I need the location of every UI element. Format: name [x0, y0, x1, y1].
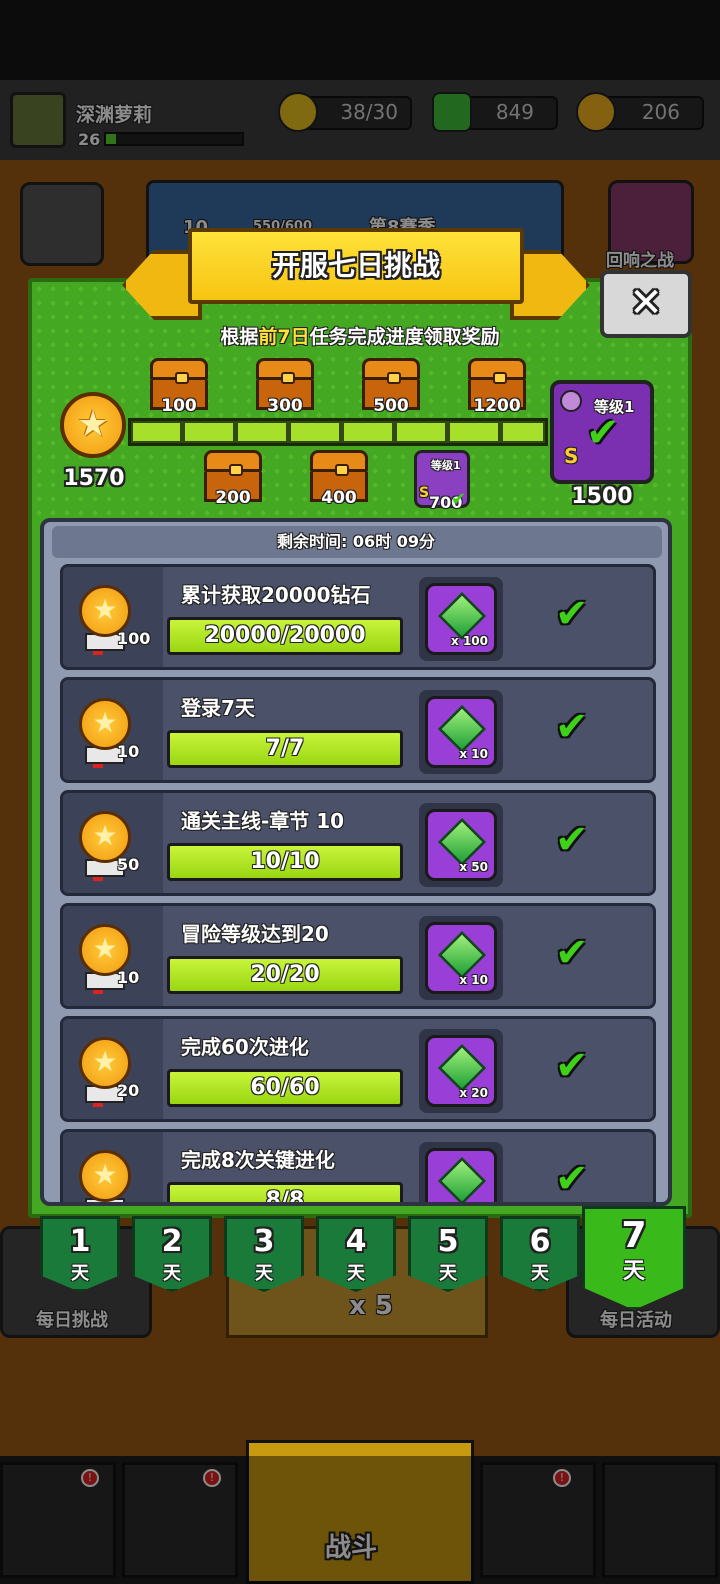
chest-label: 400	[321, 488, 357, 508]
task-progress: 20000/20000	[167, 617, 403, 655]
gem-reward[interactable]: x 20	[419, 1029, 503, 1113]
day-unit: 天	[163, 1263, 181, 1284]
reward-quantity: x 50	[459, 860, 488, 874]
chest-label: 500	[373, 396, 409, 416]
modal-subtitle: 根据前7日任务完成进度领取奖励	[28, 322, 692, 349]
day-number: 3	[253, 1224, 275, 1259]
grade-label: S	[419, 485, 430, 501]
gem-reward[interactable]	[419, 1142, 503, 1202]
check-icon: ✔	[586, 410, 620, 456]
check-icon: ✔	[555, 930, 589, 976]
gem-icon	[437, 1043, 487, 1093]
day-unit: 天	[347, 1263, 365, 1284]
task-name: 完成8次关键进化	[181, 1148, 335, 1172]
day-number: 1	[69, 1224, 91, 1259]
modal-title-banner: 开服七日挑战	[188, 228, 524, 304]
task-progress: 10/10	[167, 843, 403, 881]
close-icon: ✕	[629, 280, 663, 326]
task-row[interactable]: ★ 50 通关主线-章节 10 10/10 x 50 ✔	[60, 790, 656, 896]
check-icon: ✔	[555, 591, 589, 637]
day-unit: 天	[255, 1263, 273, 1284]
chest-label: 300	[267, 396, 303, 416]
chest-label: 1200	[473, 396, 521, 416]
task-points: 100	[117, 629, 151, 648]
subtitle-text-end: 任务完成进度领取奖励	[309, 326, 500, 348]
task-row[interactable]: ★ 完成8次关键进化 8/8 ✔	[60, 1129, 656, 1202]
task-name: 冒险等级达到20	[181, 922, 329, 946]
task-progress: 20/20	[167, 956, 403, 994]
reward-quantity: x 20	[459, 1086, 488, 1100]
milestone-progress-bar	[128, 418, 548, 446]
check-icon: ✔	[555, 817, 589, 863]
chest-label: 100	[161, 396, 197, 416]
check-icon: ✔	[555, 704, 589, 750]
star-medal-icon: ★	[79, 1150, 131, 1202]
task-points: 50	[117, 855, 140, 874]
modal-title: 开服七日挑战	[271, 249, 440, 282]
day-unit: 天	[439, 1263, 457, 1284]
subtitle-text: 根据	[220, 326, 259, 348]
day-number: 4	[345, 1224, 367, 1259]
reward-level-label: 等级1	[431, 459, 461, 472]
equipment-reward[interactable]: 等级1 S 700 ✔	[414, 450, 470, 512]
day-unit: 天	[71, 1263, 89, 1284]
day-number: 5	[437, 1224, 459, 1259]
day-unit: 天	[622, 1259, 645, 1284]
gem-icon	[437, 591, 487, 641]
reward-quantity: x 10	[459, 973, 488, 987]
task-row[interactable]: ★ 20 完成60次进化 60/60 x 20 ✔	[60, 1016, 656, 1122]
subtitle-highlight: 前7日	[258, 326, 310, 348]
final-reward-points: 1500	[571, 484, 633, 509]
star-medal-icon: ★	[60, 392, 126, 458]
gem-reward[interactable]: x 50	[419, 803, 503, 887]
total-points: 1570	[63, 466, 125, 491]
task-points: 20	[117, 1081, 140, 1100]
task-name: 通关主线-章节 10	[181, 809, 345, 833]
grade-label: S	[564, 444, 579, 468]
task-name: 累计获取20000钻石	[181, 583, 371, 607]
task-progress: 60/60	[167, 1069, 403, 1107]
day-unit: 天	[531, 1263, 549, 1284]
task-row[interactable]: ★ 10 冒险等级达到20 20/20 x 10 ✔	[60, 903, 656, 1009]
check-icon: ✔	[555, 1043, 589, 1089]
gem-reward[interactable]: x 100	[419, 577, 503, 661]
day-number: 2	[161, 1224, 183, 1259]
gem-icon	[437, 817, 487, 867]
task-points: 10	[117, 968, 140, 987]
day-number: 6	[529, 1224, 551, 1259]
gem-icon	[437, 1156, 487, 1202]
day-number: 7	[621, 1215, 647, 1256]
reward-quantity: x 100	[451, 634, 488, 648]
gem-icon	[437, 930, 487, 980]
task-row[interactable]: ★ 100 累计获取20000钻石 20000/20000 x 100 ✔	[60, 564, 656, 670]
task-name: 完成60次进化	[181, 1035, 309, 1059]
task-row[interactable]: ★ 10 登录7天 7/7 x 10 ✔	[60, 677, 656, 783]
check-icon: ✔	[555, 1156, 589, 1202]
remaining-time: 剩余时间: 06时 09分	[276, 532, 436, 551]
task-list-panel[interactable]: 剩余时间: 06时 09分 ★ 100 累计获取20000钻石 20000/20…	[40, 518, 672, 1206]
task-progress: 8/8	[167, 1182, 403, 1202]
gem-reward[interactable]: x 10	[419, 916, 503, 1000]
task-name: 登录7天	[181, 696, 255, 720]
final-reward[interactable]: 等级1 S ✔	[550, 380, 654, 484]
reward-quantity: x 10	[459, 747, 488, 761]
check-icon: ✔	[451, 489, 467, 510]
nav-dim	[0, 1456, 720, 1584]
task-points: 10	[117, 742, 140, 761]
weapon-icon	[560, 390, 582, 412]
gem-icon	[437, 704, 487, 754]
chest-label: 200	[215, 488, 251, 508]
task-progress: 7/7	[167, 730, 403, 768]
gem-reward[interactable]: x 10	[419, 690, 503, 774]
